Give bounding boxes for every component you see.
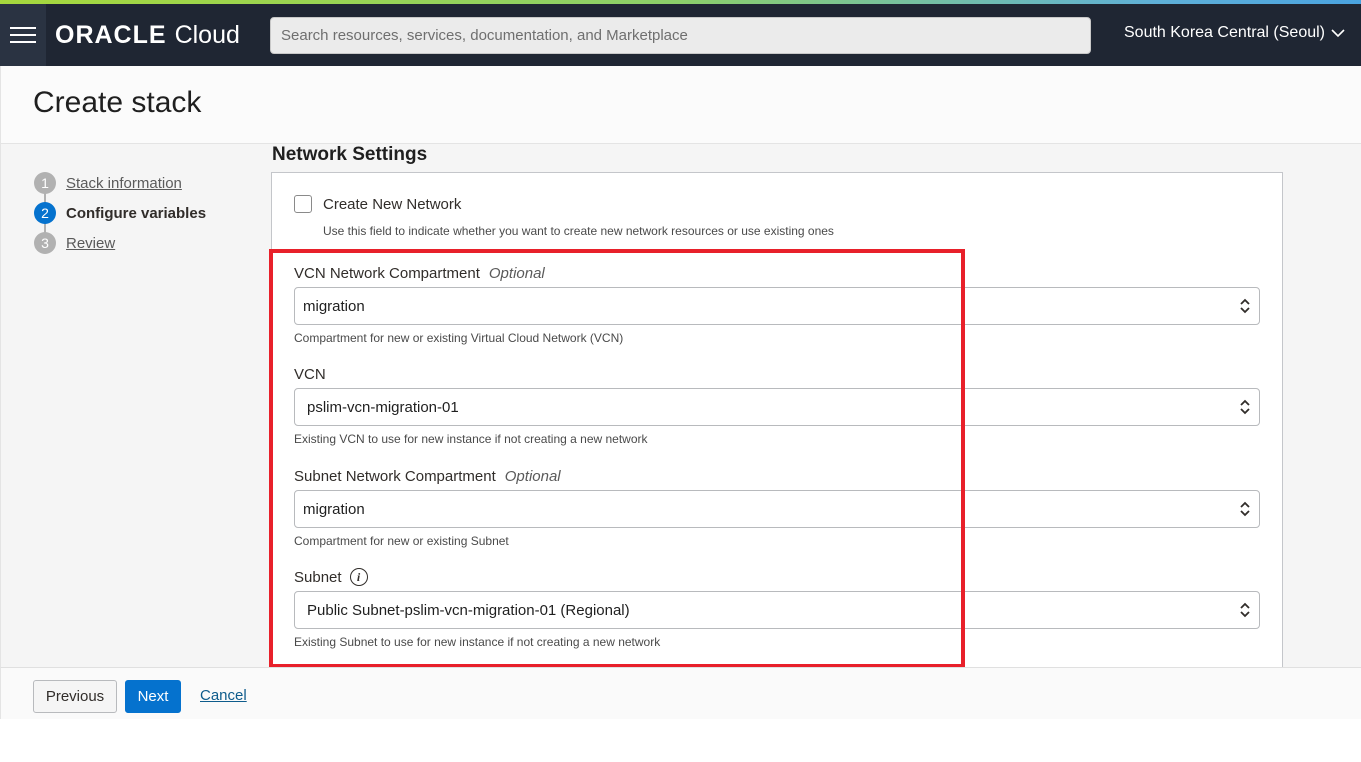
wizard-content: 1 Stack information 2 Configure variable… bbox=[0, 144, 1361, 672]
field-help-text: Existing VCN to use for new instance if … bbox=[294, 432, 648, 446]
chevron-down-icon bbox=[1331, 29, 1345, 38]
subnet-compartment-field: Subnet Network Compartment Optional migr… bbox=[294, 466, 1260, 548]
top-navigation-bar: ORACLE Cloud South Korea Central (Seoul) bbox=[0, 4, 1361, 66]
page-header: Create stack bbox=[0, 66, 1361, 144]
hamburger-icon-bar bbox=[10, 27, 36, 29]
region-selector[interactable]: South Korea Central (Seoul) bbox=[1124, 24, 1345, 42]
navigation-menu-button[interactable] bbox=[0, 4, 46, 66]
step-number: 1 bbox=[34, 172, 56, 194]
select-value: pslim-vcn-migration-01 bbox=[307, 398, 459, 416]
field-label-text: Subnet bbox=[294, 568, 342, 586]
vcn-select[interactable]: pslim-vcn-migration-01 bbox=[294, 388, 1260, 426]
oracle-cloud-logo[interactable]: ORACLE Cloud bbox=[55, 20, 240, 50]
create-new-network-option[interactable]: Create New Network bbox=[294, 195, 461, 213]
optional-tag: Optional bbox=[504, 467, 561, 485]
step-stack-information[interactable]: 1 Stack information bbox=[34, 168, 206, 198]
info-icon[interactable]: i bbox=[349, 568, 368, 586]
vcn-compartment-field: VCN Network Compartment Optional migrati… bbox=[294, 263, 1260, 345]
hamburger-icon-bar bbox=[10, 34, 36, 36]
checkbox-label: Create New Network bbox=[323, 195, 462, 213]
optional-tag: Optional bbox=[488, 264, 545, 282]
subnet-select[interactable]: Public Subnet-pslim-vcn-migration-01 (Re… bbox=[294, 591, 1260, 629]
logo-brand: ORACLE bbox=[55, 20, 167, 49]
step-number: 2 bbox=[34, 202, 56, 224]
step-review[interactable]: 3 Review bbox=[34, 228, 206, 258]
select-value: migration bbox=[303, 500, 365, 518]
hamburger-icon-bar bbox=[10, 41, 36, 43]
step-number: 3 bbox=[34, 232, 56, 254]
sort-arrows-icon bbox=[1240, 399, 1250, 415]
network-settings-panel: Create New Network Use this field to ind… bbox=[271, 172, 1283, 672]
wizard-footer: Previous Next Cancel bbox=[0, 667, 1361, 719]
field-label-text: Subnet Network Compartment bbox=[294, 467, 496, 485]
step-label-link[interactable]: Review bbox=[66, 235, 115, 252]
wizard-steps: 1 Stack information 2 Configure variable… bbox=[34, 168, 206, 258]
field-label: VCN Network Compartment Optional bbox=[294, 263, 1260, 283]
sort-arrows-icon bbox=[1240, 501, 1250, 517]
checkbox-help-text: Use this field to indicate whether you w… bbox=[323, 224, 834, 238]
cancel-link[interactable]: Cancel bbox=[200, 687, 247, 704]
field-label: Subnet i bbox=[294, 567, 1260, 587]
global-search-input[interactable] bbox=[270, 17, 1091, 54]
field-help-text: Compartment for new or existing Subnet bbox=[294, 534, 509, 548]
subnet-compartment-select[interactable]: migration bbox=[294, 490, 1260, 528]
vcn-compartment-select[interactable]: migration bbox=[294, 287, 1260, 325]
vcn-field: VCN pslim-vcn-migration-01 Existing VCN … bbox=[294, 364, 1260, 446]
blank-area bbox=[0, 719, 1361, 762]
step-label-link[interactable]: Stack information bbox=[66, 175, 182, 192]
select-value: Public Subnet-pslim-vcn-migration-01 (Re… bbox=[307, 601, 630, 619]
field-label-text: VCN bbox=[294, 365, 326, 383]
section-title: Network Settings bbox=[272, 144, 428, 165]
field-help-text: Existing Subnet to use for new instance … bbox=[294, 635, 661, 649]
step-label: Configure variables bbox=[66, 204, 207, 222]
field-label: Subnet Network Compartment Optional bbox=[294, 466, 1260, 486]
subnet-field: Subnet i Public Subnet-pslim-vcn-migrati… bbox=[294, 567, 1260, 649]
next-button[interactable]: Next bbox=[125, 680, 181, 713]
field-label: VCN bbox=[294, 364, 1260, 384]
logo-product: Cloud bbox=[174, 20, 240, 49]
page-title: Create stack bbox=[33, 86, 202, 119]
create-new-network-checkbox[interactable] bbox=[294, 195, 312, 213]
select-value: migration bbox=[303, 297, 365, 315]
sort-arrows-icon bbox=[1240, 298, 1250, 314]
step-configure-variables: 2 Configure variables bbox=[34, 198, 206, 228]
sort-arrows-icon bbox=[1240, 602, 1250, 618]
region-label: South Korea Central (Seoul) bbox=[1124, 24, 1325, 41]
field-label-text: VCN Network Compartment bbox=[294, 264, 480, 282]
field-help-text: Compartment for new or existing Virtual … bbox=[294, 331, 624, 345]
previous-button[interactable]: Previous bbox=[33, 680, 117, 713]
